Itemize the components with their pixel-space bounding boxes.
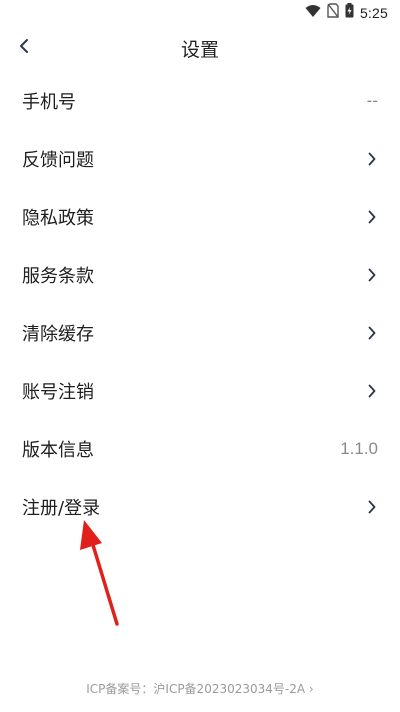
chevron-right-icon xyxy=(366,325,378,341)
settings-item-register-login[interactable]: 注册/登录 xyxy=(0,478,400,536)
chevron-right-icon xyxy=(366,151,378,167)
settings-item-privacy-policy[interactable]: 隐私政策 xyxy=(0,188,400,246)
settings-item-label: 清除缓存 xyxy=(22,324,94,345)
settings-item-label: 账号注销 xyxy=(22,382,94,403)
chevron-right-icon xyxy=(366,499,378,515)
settings-list: 手机号 -- 反馈问题 隐私政策 服务条款 清除缓存 账号注销 版本信息 1.1… xyxy=(0,72,400,536)
battery-charging-icon xyxy=(345,3,354,22)
settings-item-label: 注册/登录 xyxy=(22,498,101,519)
settings-item-terms-of-service[interactable]: 服务条款 xyxy=(0,246,400,304)
chevron-right-icon xyxy=(366,267,378,283)
status-time: 5:25 xyxy=(359,4,388,21)
settings-item-label: 隐私政策 xyxy=(22,208,94,229)
chevron-right-icon xyxy=(366,209,378,225)
phone-value: -- xyxy=(366,91,378,110)
settings-item-label: 反馈问题 xyxy=(22,150,94,171)
settings-item-phone[interactable]: 手机号 -- xyxy=(0,72,400,130)
wifi-icon xyxy=(305,3,321,22)
status-bar: 5:25 xyxy=(0,0,400,24)
version-value: 1.1.0 xyxy=(340,439,378,458)
chevron-right-icon xyxy=(366,383,378,399)
settings-item-delete-account[interactable]: 账号注销 xyxy=(0,362,400,420)
settings-item-label: 服务条款 xyxy=(22,266,94,287)
page-title: 设置 xyxy=(180,39,219,61)
status-icons: 5:25 xyxy=(305,3,388,22)
nav-bar: 设置 xyxy=(0,24,400,72)
settings-item-version[interactable]: 版本信息 1.1.0 xyxy=(0,420,400,478)
chevron-right-small-icon: › xyxy=(308,682,314,696)
icp-text: ICP备案号：沪ICP备2023023034号-2A xyxy=(86,682,306,696)
settings-item-feedback[interactable]: 反馈问题 xyxy=(0,130,400,188)
settings-item-label: 版本信息 xyxy=(22,440,94,461)
no-sim-icon xyxy=(327,3,339,22)
settings-item-label: 手机号 xyxy=(22,92,76,113)
icp-footer-link[interactable]: ICP备案号：沪ICP备2023023034号-2A › xyxy=(0,680,400,697)
settings-item-clear-cache[interactable]: 清除缓存 xyxy=(0,304,400,362)
